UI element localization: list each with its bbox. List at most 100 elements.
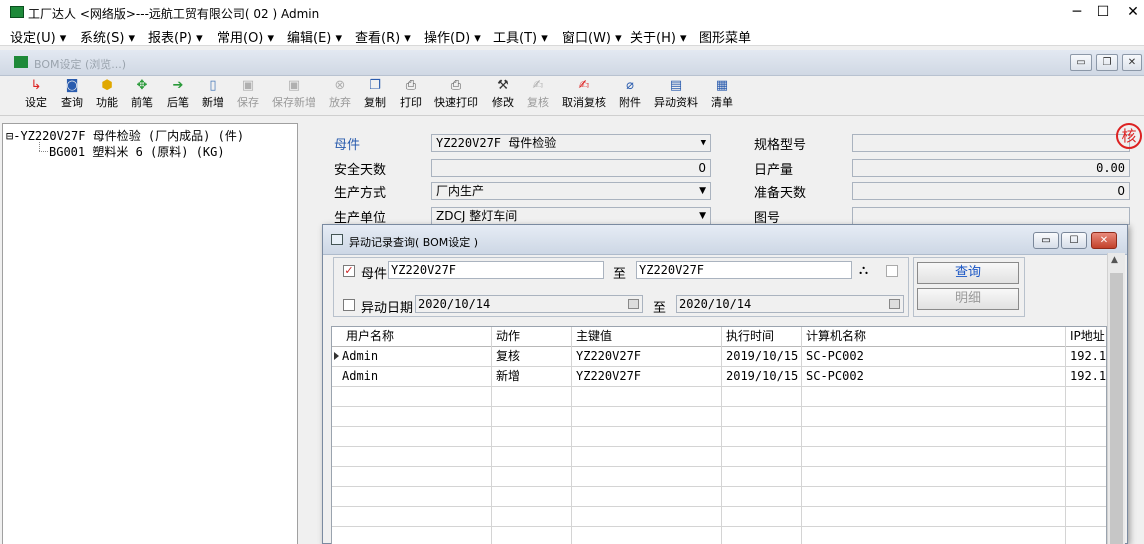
column-header-computer[interactable]: 计算机名称 (802, 327, 1066, 347)
scrollbar-thumb[interactable] (1110, 273, 1123, 544)
bom-tree: ⊟-YZ220V27F 母件检验 (厂内成品) (件) BG001 塑料米 6 … (2, 123, 298, 544)
tree-node-child[interactable]: BG001 塑料米 6 (原料) (KG) (49, 143, 225, 160)
toolbar-cancel-review-button[interactable]: ✍ 取消复核 (560, 78, 608, 114)
column-header-action[interactable]: 动作 (492, 327, 572, 347)
parent-filter-checkbox[interactable]: ✓ (343, 265, 355, 277)
menu-edit[interactable]: 编辑(E) ▾ (287, 27, 342, 46)
dialog-window-icon (331, 234, 343, 245)
child-minimize-button[interactable]: ▭ (1070, 54, 1092, 71)
drawing-number-field[interactable] (852, 207, 1130, 225)
dialog-scrollbar[interactable]: ▲ (1107, 253, 1125, 544)
toolbar-quick-print-button[interactable]: ⎙ 快速打印 (432, 78, 480, 114)
date-filter-checkbox[interactable] (343, 299, 355, 311)
table-row-empty (332, 447, 1106, 467)
search-option-checkbox[interactable] (886, 265, 898, 277)
table-row[interactable]: Admin 新增 YZ220V27F 2019/10/15 SC-PC002 1… (332, 367, 1106, 387)
parent-from-input[interactable]: YZ220V27F (388, 261, 604, 279)
chevron-down-icon: ▼ (700, 138, 706, 148)
parent-select[interactable]: YZ220V27F 母件检验 ▼ (431, 134, 711, 152)
toolbar-list-button[interactable]: ▦ 清单 (708, 78, 736, 114)
toolbar-discard-button[interactable]: ⊗ 放弃 (326, 78, 354, 114)
spec-label: 规格型号 (754, 138, 807, 153)
menu-system[interactable]: 系统(S) ▾ (80, 27, 135, 46)
dialog-minimize-button[interactable]: ▭ (1033, 232, 1059, 249)
toolbar-new-button[interactable]: ▯ 新增 (199, 78, 227, 114)
spec-field[interactable] (852, 134, 1130, 152)
safety-days-label: 安全天数 (334, 163, 387, 178)
menu-bar: 设定(U) ▾ 系统(S) ▾ 报表(P) ▾ 常用(O) ▾ 编辑(E) ▾ … (0, 24, 1144, 46)
calendar-icon (889, 299, 900, 309)
date-filter-label: 异动日期 (361, 301, 414, 316)
save-icon: ▣ (241, 78, 255, 93)
dialog-close-button[interactable]: ✕ (1091, 232, 1117, 249)
menu-graphic[interactable]: 图形菜单 (699, 27, 751, 46)
close-button[interactable]: ✕ (1116, 2, 1144, 22)
change-log-dialog: 异动记录查询( BOM设定 ) ▭ ☐ ✕ ✓ 母件 YZ220V27F 至 Y… (322, 224, 1128, 544)
toolbar-modify-button[interactable]: ⚒ 修改 (489, 78, 517, 114)
toolbar-copy-button[interactable]: ❐ 复制 (361, 78, 389, 114)
review-icon: ✍ (532, 78, 544, 93)
toolbar-next-button[interactable]: ➔ 后笔 (164, 78, 192, 114)
save-new-icon: ▣ (287, 78, 301, 93)
parent-to-label: 至 (613, 267, 627, 282)
detail-button[interactable]: 明细 (917, 288, 1019, 310)
toolbar-review-button[interactable]: ✍ 复核 (524, 78, 552, 114)
query-button[interactable]: 查询 (917, 262, 1019, 284)
production-unit-select[interactable]: ZDCJ 整灯车间 ▼ (431, 207, 711, 225)
production-mode-label: 生产方式 (334, 186, 387, 201)
table-row-empty (332, 427, 1106, 447)
table-row-empty (332, 487, 1106, 507)
toolbar-change-log-button[interactable]: ▤ 异动资料 (652, 78, 700, 114)
tree-connector (39, 151, 48, 152)
date-to-label: 至 (653, 301, 667, 316)
menu-tools[interactable]: 工具(T) ▾ (493, 27, 548, 46)
menu-about[interactable]: 关于(H) ▾ (630, 27, 687, 46)
maximize-button[interactable]: ☐ (1086, 2, 1120, 22)
table-row[interactable]: Admin 复核 YZ220V27F 2019/10/15 SC-PC002 1… (332, 347, 1106, 367)
toolbar-query-button[interactable]: ◙ 查询 (58, 78, 86, 114)
chevron-down-icon: ▼ (699, 211, 706, 221)
column-header-key[interactable]: 主键值 (572, 327, 722, 347)
daily-output-label: 日产量 (754, 163, 794, 178)
date-to-input[interactable]: 2020/10/14 (676, 295, 904, 313)
toolbar-function-button[interactable]: ⬢ 功能 (93, 78, 121, 114)
toolbar-print-button[interactable]: ⎙ 打印 (397, 78, 425, 114)
app-title-bar: 工厂达人 <网络版>---远航工贸有限公司( 02 ) Admin ─ ☐ ✕ (0, 0, 1144, 24)
safety-days-field[interactable]: 0 (431, 159, 711, 177)
prep-days-field[interactable]: 0 (852, 182, 1130, 200)
new-document-icon: ▯ (209, 78, 217, 93)
dialog-maximize-button[interactable]: ☐ (1061, 232, 1087, 249)
column-header-user[interactable]: 用户名称 (332, 327, 492, 347)
parent-to-input[interactable]: YZ220V27F (636, 261, 852, 279)
list-grid-icon: ▦ (715, 78, 729, 93)
settings-arrow-icon: ↳ (30, 78, 42, 93)
child-window-title-bar: BOM设定 (浏览...) ▭ ❐ ✕ (0, 50, 1144, 76)
scroll-up-icon[interactable]: ▲ (1111, 255, 1118, 265)
paperclip-icon: ⌀ (626, 78, 634, 93)
menu-window[interactable]: 窗口(W) ▾ (562, 27, 622, 46)
column-header-time[interactable]: 执行时间 (722, 327, 802, 347)
toolbar-attachment-button[interactable]: ⌀ 附件 (616, 78, 644, 114)
toolbar-save-button[interactable]: ▣ 保存 (234, 78, 262, 114)
daily-output-field[interactable]: 0.00 (852, 159, 1130, 177)
toolbar-save-new-button[interactable]: ▣ 保存新增 (270, 78, 318, 114)
grid-header: 用户名称 动作 主键值 执行时间 计算机名称 IP地址 (332, 327, 1106, 347)
menu-settings[interactable]: 设定(U) ▾ (10, 27, 66, 46)
child-restore-button[interactable]: ❐ (1096, 54, 1118, 71)
menu-reports[interactable]: 报表(P) ▾ (148, 27, 203, 46)
toolbar-prev-button[interactable]: ✥ 前笔 (128, 78, 156, 114)
prev-arrow-icon: ✥ (136, 78, 148, 93)
menu-operation[interactable]: 操作(D) ▾ (424, 27, 481, 46)
menu-view[interactable]: 查看(R) ▾ (355, 27, 411, 46)
menu-common[interactable]: 常用(O) ▾ (217, 27, 274, 46)
column-header-ip[interactable]: IP地址 (1066, 327, 1106, 347)
binoculars-icon[interactable]: ⛬ (859, 263, 868, 278)
production-mode-select[interactable]: 厂内生产 ▼ (431, 182, 711, 200)
date-from-input[interactable]: 2020/10/14 (415, 295, 643, 313)
table-row-empty (332, 467, 1106, 487)
prep-days-label: 准备天数 (754, 186, 807, 201)
copy-icon: ❐ (369, 78, 381, 93)
child-close-button[interactable]: ✕ (1122, 54, 1142, 71)
tree-node-parent[interactable]: ⊟-YZ220V27F 母件检验 (厂内成品) (件) (6, 127, 244, 144)
toolbar-settings-button[interactable]: ↳ 设定 (22, 78, 50, 114)
